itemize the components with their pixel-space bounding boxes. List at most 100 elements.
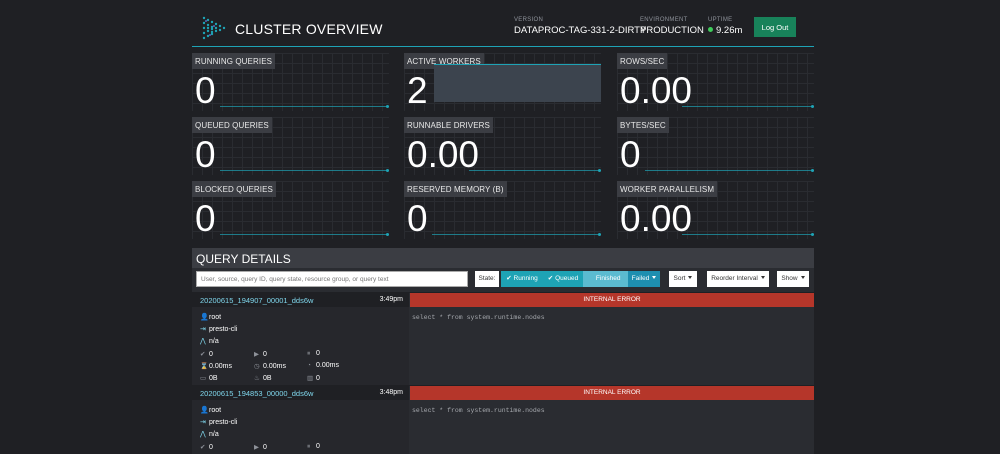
sort-label: Sort bbox=[673, 275, 686, 282]
elapsed-time: ◷ 0.00ms bbox=[254, 362, 286, 370]
sparkline bbox=[220, 106, 389, 107]
query-details-title: QUERY DETAILS bbox=[196, 252, 291, 266]
sparkline-dot bbox=[811, 105, 814, 108]
uptime-label: UPTIME bbox=[708, 17, 733, 23]
fire-icon: ♨ bbox=[254, 375, 260, 382]
filter-running-button[interactable]: ✔ Running bbox=[501, 271, 543, 287]
query-source-value: presto-cli bbox=[209, 326, 238, 333]
tile-label: RUNNING QUERIES bbox=[192, 53, 276, 69]
status-dot-icon bbox=[708, 27, 713, 32]
tile-value: 0.00 bbox=[407, 134, 480, 175]
tile-label: RUNNABLE DRIVERS bbox=[404, 117, 493, 133]
completed-splits: ✔ 0 bbox=[200, 443, 213, 451]
tile-value: 0.00 bbox=[620, 70, 693, 111]
presto-logo-icon bbox=[202, 16, 226, 40]
queued-splits-value: 0 bbox=[316, 350, 320, 357]
completed-splits-value: 0 bbox=[209, 351, 213, 358]
tile-label: QUEUED QUERIES bbox=[192, 117, 272, 133]
query-sql: select * from system.runtime.nodes bbox=[412, 407, 545, 414]
query-summary: 20200615_194907_00001_dds6w 3:49pm 👤root… bbox=[192, 293, 409, 385]
query-sql: select * from system.runtime.nodes bbox=[412, 314, 545, 321]
sparkline-dot bbox=[811, 169, 814, 172]
tile-bytes-per-sec: BYTES/SEC 0 bbox=[617, 117, 814, 175]
tile-value: 0.00 bbox=[620, 198, 693, 239]
pause-icon: ⏸ bbox=[307, 350, 311, 357]
environment-stat: ENVIRONMENT PRODUCTION bbox=[640, 17, 704, 36]
filter-finished-button[interactable]: Finished bbox=[583, 271, 628, 287]
query-search-input[interactable] bbox=[196, 271, 468, 287]
query-source-value: presto-cli bbox=[209, 419, 238, 426]
user-icon: 👤 bbox=[200, 407, 209, 414]
show-dropdown[interactable]: Show bbox=[777, 271, 809, 287]
filter-failed-dropdown[interactable]: Failed bbox=[628, 271, 660, 287]
query-source: ⇥ presto-cli bbox=[200, 325, 237, 333]
bar-chart-icon: ▥ bbox=[307, 375, 314, 382]
query-resource-group-value: n/a bbox=[209, 338, 219, 345]
query-state-badge: INTERNAL ERROR bbox=[410, 293, 814, 307]
sparkline-dot bbox=[598, 233, 601, 236]
query-resource-group: ⋀ n/a bbox=[200, 430, 219, 438]
running-splits: ▶ 0 bbox=[254, 350, 267, 358]
wall-time: ⌛0.00ms bbox=[200, 362, 232, 370]
tile-label: WORKER PARALLELISM bbox=[617, 181, 718, 197]
sparkline-dot bbox=[386, 105, 389, 108]
filter-failed-label: Failed bbox=[631, 275, 650, 282]
query-row[interactable]: 20200615_194907_00001_dds6w 3:49pm 👤root… bbox=[192, 293, 814, 385]
cumulative-memory-value: 0 bbox=[316, 375, 320, 382]
sparkline bbox=[682, 106, 814, 107]
running-splits: ▶ 0 bbox=[254, 443, 267, 451]
tile-active-workers: ACTIVE WORKERS 2 bbox=[404, 53, 601, 111]
current-memory-value: 0B bbox=[209, 375, 218, 382]
cpu-time-value: 0.00ms bbox=[316, 362, 339, 369]
tile-queued-queries: QUEUED QUERIES 0 bbox=[192, 117, 389, 175]
road-icon: ⋀ bbox=[200, 431, 206, 438]
logout-button[interactable]: Log Out bbox=[754, 17, 796, 37]
query-details-header: QUERY DETAILS bbox=[192, 248, 814, 268]
query-id-link[interactable]: 20200615_194907_00001_dds6w bbox=[200, 296, 313, 305]
clock-icon: ◷ bbox=[254, 363, 260, 370]
query-time: 3:48pm bbox=[379, 389, 403, 396]
elapsed-time-value: 0.00ms bbox=[263, 363, 286, 370]
version-label: VERSION bbox=[514, 17, 544, 23]
road-icon: ⋀ bbox=[200, 338, 206, 345]
sparkline-dot bbox=[386, 169, 389, 172]
uptime-stat: UPTIME 9.26m bbox=[708, 17, 742, 36]
peak-memory-value: 0B bbox=[263, 375, 272, 382]
filter-queued-label: Queued bbox=[555, 275, 579, 282]
reorder-interval-dropdown[interactable]: Reorder Interval bbox=[707, 271, 769, 287]
sparkline bbox=[220, 170, 389, 171]
query-resource-group-value: n/a bbox=[209, 431, 219, 438]
query-row[interactable]: 20200615_194853_00000_dds6w 3:48pm 👤root… bbox=[192, 386, 814, 454]
tile-blocked-queries: BLOCKED QUERIES 0 bbox=[192, 181, 389, 239]
check-icon: ✔ bbox=[200, 351, 206, 358]
header: CLUSTER OVERVIEW VERSION DATAPROC-TAG-33… bbox=[192, 10, 814, 47]
sparkline bbox=[682, 234, 814, 235]
cpu-time: ◔ 0.00ms bbox=[307, 362, 339, 369]
state-label: State: bbox=[475, 271, 499, 287]
peak-memory: ♨ 0B bbox=[254, 374, 272, 382]
login-icon: ⇥ bbox=[200, 419, 206, 426]
query-id-link[interactable]: 20200615_194853_00000_dds6w bbox=[200, 389, 313, 398]
hourglass-icon: ⌛ bbox=[200, 363, 209, 370]
completed-splits-value: 0 bbox=[209, 444, 213, 451]
query-detail-panel: INTERNAL ERROR select * from system.runt… bbox=[409, 386, 814, 454]
query-user-value: root bbox=[209, 407, 222, 414]
query-resource-group: ⋀ n/a bbox=[200, 337, 219, 345]
tile-label: RESERVED MEMORY (B) bbox=[404, 181, 507, 197]
query-state-badge: INTERNAL ERROR bbox=[410, 386, 814, 400]
query-time: 3:49pm bbox=[379, 296, 403, 303]
running-splits-value: 0 bbox=[263, 444, 267, 451]
wall-time-value: 0.00ms bbox=[209, 363, 232, 370]
uptime-value: 9.26m bbox=[716, 25, 743, 36]
filter-queued-button[interactable]: ✔ Queued bbox=[543, 271, 583, 287]
sparkline-dot bbox=[386, 233, 389, 236]
tile-worker-parallelism: WORKER PARALLELISM 0.00 bbox=[617, 181, 814, 239]
tile-label: ROWS/SEC bbox=[617, 53, 668, 69]
sort-dropdown[interactable]: Sort bbox=[669, 271, 697, 287]
tile-label: BYTES/SEC bbox=[617, 117, 669, 133]
sparkline bbox=[220, 234, 389, 235]
version-value: DATAPROC-TAG-331-2-DIRTY bbox=[514, 25, 647, 36]
query-user: 👤root bbox=[200, 313, 221, 321]
query-user-value: root bbox=[209, 314, 222, 321]
sparkline bbox=[645, 170, 814, 171]
